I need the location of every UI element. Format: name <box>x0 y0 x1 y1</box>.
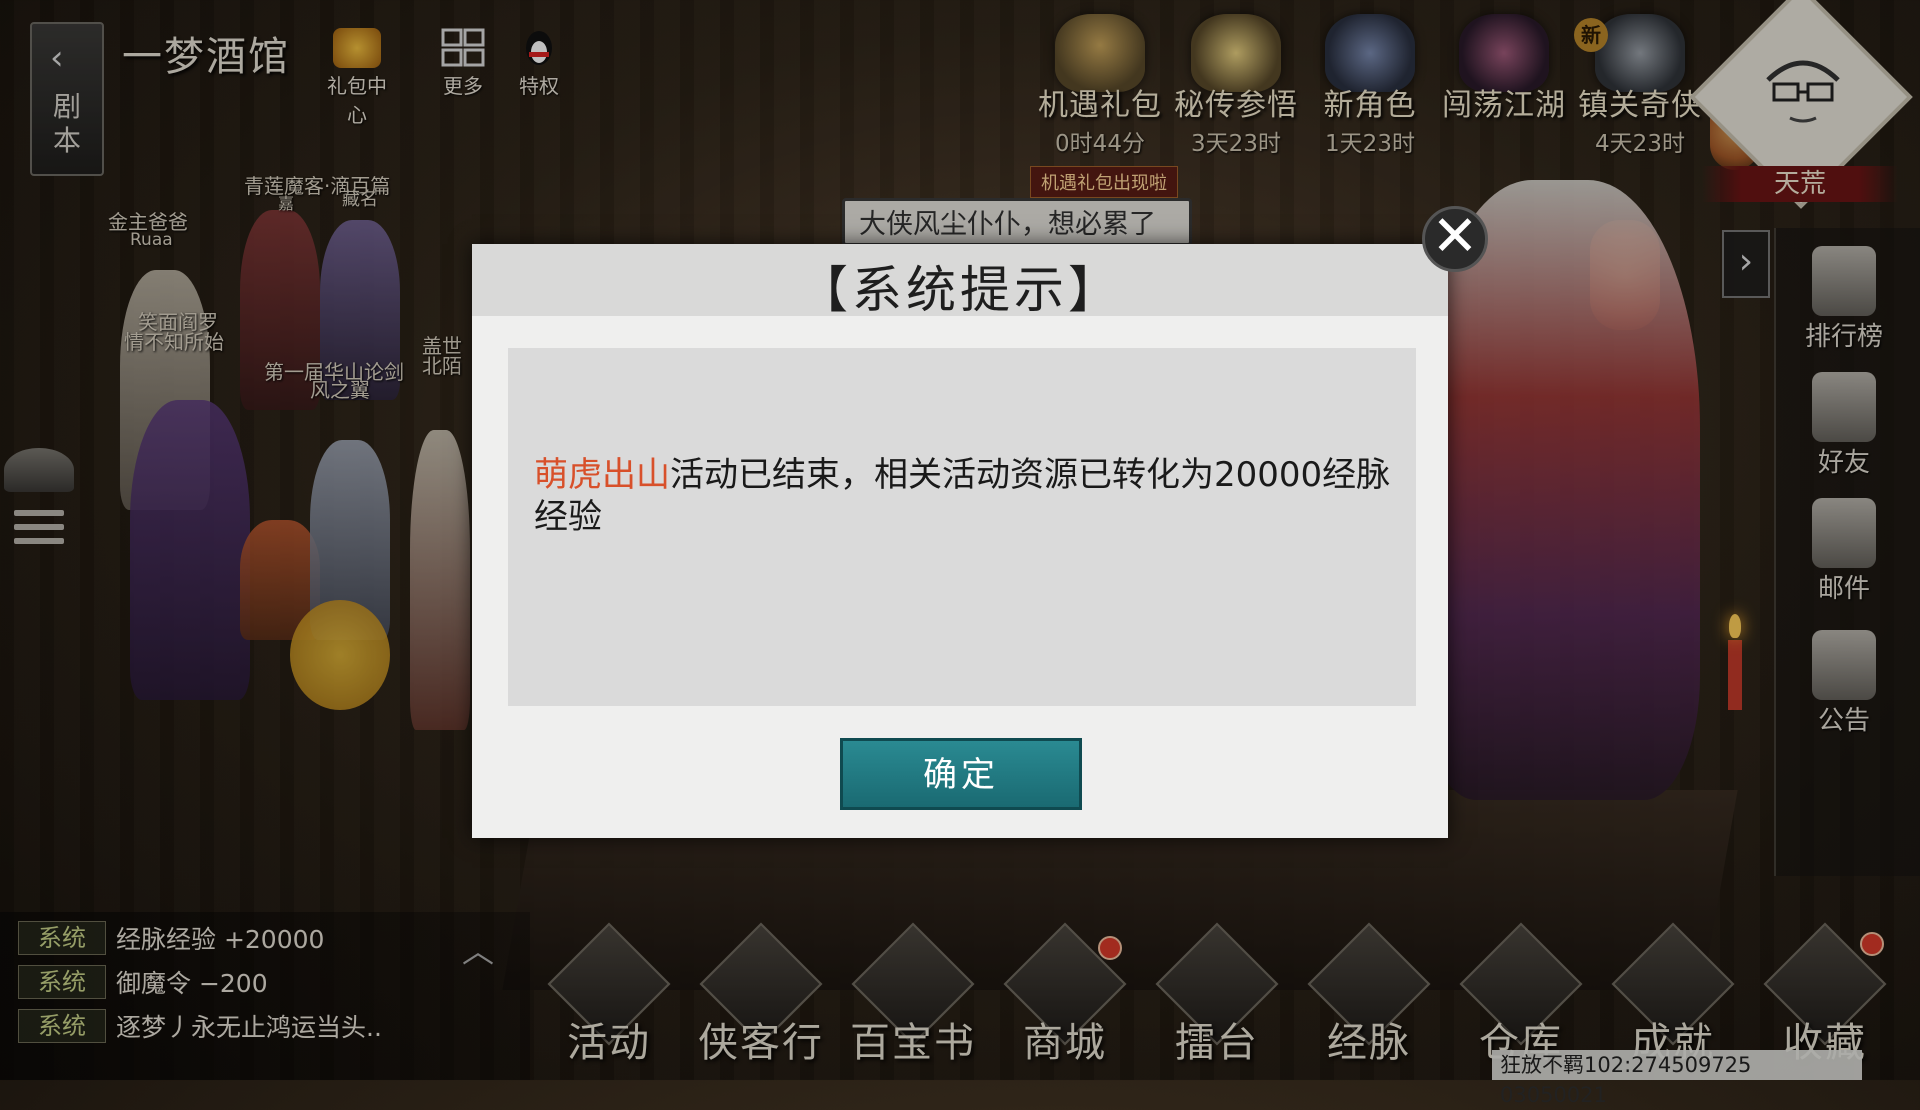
close-icon[interactable]: ✕ <box>1422 206 1488 272</box>
dialog-header: 【系统提示】 <box>472 244 1448 319</box>
event-name-highlight: 萌虎出山 <box>534 455 670 495</box>
dialog-message: 萌虎出山活动已结束，相关活动资源已转化为20000经脉经验 <box>534 454 1394 538</box>
dialog-body: 萌虎出山活动已结束，相关活动资源已转化为20000经脉经验 <box>508 348 1416 706</box>
confirm-button[interactable]: 确定 <box>840 738 1082 810</box>
system-prompt-dialog: 【系统提示】 萌虎出山活动已结束，相关活动资源已转化为20000经脉经验 确定 <box>472 244 1448 838</box>
dialog-title: 【系统提示】 <box>798 261 1122 319</box>
